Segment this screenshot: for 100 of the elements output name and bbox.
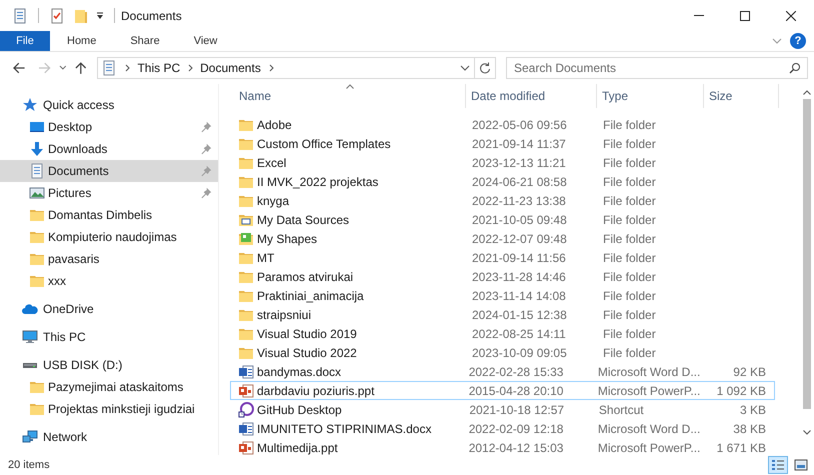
file-row[interactable]: Paramos atvirukai 2023-11-28 14:46 File folder <box>230 267 775 286</box>
ribbon-tab[interactable]: File <box>0 31 50 51</box>
picture-icon <box>29 185 45 201</box>
close-icon <box>786 10 796 20</box>
folder-icon <box>29 229 45 245</box>
sidebar-item[interactable]: Domantas Dimbelis <box>0 204 218 226</box>
file-row[interactable]: Multimedija.ppt 2012-04-12 15:03 Microsoft PowerP... 1 671 KB <box>230 438 775 457</box>
sidebar-item[interactable]: xxx <box>0 270 218 292</box>
size-cell-text: 92 KB <box>732 364 767 378</box>
scroll-up-icon[interactable] <box>802 90 810 95</box>
date-cell-text: 2022-12-07 09:48 <box>471 232 568 246</box>
caret-icon[interactable] <box>59 65 67 71</box>
folder-icon <box>29 379 45 395</box>
sidebar-item[interactable]: OneDrive <box>0 298 218 320</box>
slides-icon <box>238 382 254 398</box>
ribbon-tab[interactable]: View <box>176 31 234 51</box>
search-icon <box>788 62 801 74</box>
date-cell-text: 2021-10-18 12:57 <box>468 402 566 416</box>
folder-icon <box>29 273 45 289</box>
file-row[interactable]: II MVK_2022 projektas 2024-06-21 08:58 File folder <box>230 172 775 191</box>
breadcrumb-item[interactable]: This PC <box>137 61 180 75</box>
shortcut-icon <box>238 402 254 418</box>
drive-icon <box>22 362 38 369</box>
address-bar[interactable]: This PC Documents <box>97 57 496 79</box>
file-row[interactable]: GitHub Desktop 2021-10-18 12:57 Shortcut 3 KB <box>230 400 775 419</box>
computer-icon <box>22 329 38 345</box>
ribbon-tab[interactable]: Share <box>113 31 177 51</box>
type-cell-text: File folder <box>602 308 657 322</box>
file-row[interactable]: Visual Studio 2019 2022-08-25 14:11 File folder <box>230 324 775 343</box>
file-row[interactable]: knyga 2022-11-23 13:38 File folder <box>230 191 775 210</box>
file-row[interactable]: Praktiniai_animacija 2023-11-14 14:08 File folder <box>230 286 775 305</box>
document-icon <box>238 420 254 436</box>
type-cell-text: File folder <box>602 174 657 188</box>
chevron-icon[interactable] <box>268 64 275 72</box>
file-row[interactable]: bandymas.docx 2022-02-28 15:33 Microsoft Word D... 92 KB <box>230 362 775 381</box>
file-row[interactable]: MT 2021-09-14 11:56 File folder <box>230 248 775 267</box>
file-row[interactable]: Visual Studio 2022 2023-10-09 09:05 File folder <box>230 343 775 362</box>
sidebar-item[interactable]: Documents <box>0 160 218 182</box>
details-view-icon <box>771 459 785 471</box>
pin-icon[interactable] <box>200 143 212 155</box>
column-header[interactable]: Name <box>234 84 466 108</box>
type-cell-text: File folder <box>602 212 657 226</box>
column-header[interactable]: Type <box>597 84 704 108</box>
file-name: darbdaviu poziuris.ppt <box>257 384 374 398</box>
sidebar-item[interactable]: Quick access <box>0 94 218 116</box>
breadcrumb-item[interactable]: Documents <box>200 61 261 75</box>
file-name: Paramos atvirukai <box>257 270 354 284</box>
file-row[interactable]: straipsniui 2024-01-15 12:38 File folder <box>230 305 775 324</box>
type-cell-text: File folder <box>602 346 657 360</box>
star-icon <box>22 97 38 113</box>
window-title: Documents <box>121 8 182 22</box>
file-row[interactable]: Custom Office Templates 2021-09-14 11:37 File folder <box>230 134 775 153</box>
file-name: bandymas.docx <box>257 364 342 378</box>
date-cell-text: 2012-04-12 15:03 <box>468 440 564 454</box>
sidebar-item[interactable]: Pictures <box>0 182 218 204</box>
date-cell-text: 2023-11-14 14:08 <box>471 288 567 302</box>
ribbon-tab[interactable]: Home <box>50 31 114 51</box>
date-cell-text: 2023-10-09 09:05 <box>471 346 568 360</box>
sidebar-item[interactable]: USB DISK (D:) <box>0 354 218 376</box>
dropdown-icon[interactable] <box>96 12 104 20</box>
file-name: Visual Studio 2019 <box>257 326 357 340</box>
scroll-down-icon[interactable] <box>802 430 810 435</box>
sidebar-item[interactable]: Downloads <box>0 138 218 160</box>
chevron-icon[interactable] <box>125 64 132 72</box>
document-icon <box>238 364 254 380</box>
refresh-icon[interactable] <box>478 62 491 74</box>
properties-icon[interactable] <box>12 8 28 24</box>
size-cell-text: 38 KB <box>732 422 767 436</box>
column-header[interactable]: Size <box>704 84 779 108</box>
file-row[interactable]: My Shapes 2022-12-07 09:48 File folder <box>230 229 775 248</box>
column-header[interactable]: Date modified <box>466 84 597 108</box>
sidebar-item[interactable]: Projektas minkstieji igudziai <box>0 398 218 420</box>
date-cell-text: 2022-02-28 15:33 <box>468 364 564 378</box>
sidebar-item[interactable]: Network <box>0 426 218 448</box>
caret-icon[interactable] <box>460 65 470 71</box>
file-row[interactable]: My Data Sources 2021-10-05 09:48 File folder <box>230 210 775 229</box>
back-icon[interactable] <box>12 61 26 75</box>
type-cell-text: Microsoft PowerP... <box>596 440 700 454</box>
type-cell-text: File folder <box>602 194 657 208</box>
search-field[interactable]: Search Documents <box>506 57 808 79</box>
pin-icon[interactable] <box>200 121 212 133</box>
up-arrow-icon[interactable] <box>74 61 88 75</box>
file-row[interactable]: Adobe 2022-05-06 09:56 File folder <box>230 115 775 134</box>
file-row[interactable]: darbdaviu poziuris.ppt 2015-04-28 20:10 Microsoft PowerP... 1 092 KB <box>230 381 775 400</box>
sidebar-item[interactable]: Desktop <box>0 116 218 138</box>
chevron-icon[interactable] <box>188 64 194 72</box>
sidebar-item[interactable]: Kompiuterio naudojimas <box>0 226 218 248</box>
pin-icon[interactable] <box>200 187 212 199</box>
details-view-button[interactable] <box>768 456 788 474</box>
sidebar-item[interactable]: This PC <box>0 326 218 348</box>
file-row[interactable]: IMUNITETO STIPRINIMAS.docx 2022-02-09 12:18 Microsoft Word D... 38 KB <box>230 419 775 438</box>
help-button[interactable]: ? <box>790 33 806 49</box>
sidebar-item[interactable]: pavasaris <box>0 248 218 270</box>
type-cell-text: File folder <box>602 250 657 264</box>
checklist-icon[interactable] <box>49 8 65 24</box>
file-name: My Data Sources <box>257 212 350 226</box>
type-cell-text: Microsoft Word D... <box>596 364 700 378</box>
sidebar-item[interactable]: Pazymejimai ataskaitoms <box>0 376 218 398</box>
file-row[interactable]: Excel 2023-12-13 11:21 File folder <box>230 153 775 172</box>
scrollbar-thumb[interactable] <box>802 99 810 409</box>
